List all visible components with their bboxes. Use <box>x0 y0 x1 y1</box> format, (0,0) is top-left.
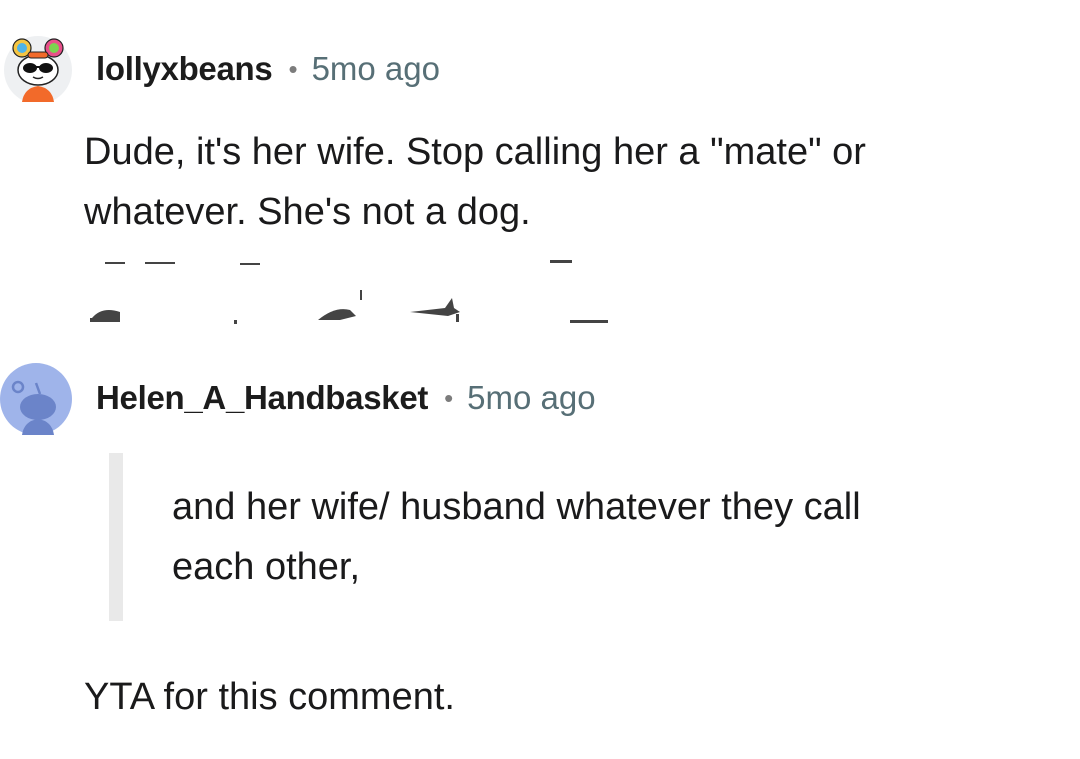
blockquote-bar <box>109 453 123 621</box>
timestamp: 5mo ago <box>467 379 596 416</box>
meta-separator: • <box>444 382 454 413</box>
redacted-artifact <box>90 260 608 324</box>
username-link[interactable]: Helen_A_Handbasket <box>96 379 428 417</box>
meta-separator: • <box>288 53 298 84</box>
comment-actions-row <box>80 250 640 335</box>
timestamp: 5mo ago <box>311 50 440 87</box>
comment-meta: Helen_A_Handbasket • 5mo ago <box>96 377 596 419</box>
default-snoo-avatar-icon <box>0 363 72 435</box>
comment-body-line: Dude, it's her wife. Stop calling her a … <box>84 131 866 173</box>
comment-lollyxbeans: lollyxbeans • 5mo ago Dude, it's her wif… <box>0 0 1080 250</box>
snoo-avatar-sunglasses-icon <box>4 36 72 104</box>
user-avatar[interactable] <box>0 363 72 435</box>
user-avatar[interactable] <box>2 30 74 104</box>
comment-meta: lollyxbeans • 5mo ago <box>96 48 440 90</box>
comment-body-line: whatever. She's not a dog. <box>84 191 531 233</box>
comment-body: Dude, it's her wife. Stop calling her a … <box>84 122 866 242</box>
comment-body: YTA for this comment. <box>84 676 455 718</box>
blockquote-text: and her wife/ husband whatever they call… <box>172 477 861 597</box>
username-link[interactable]: lollyxbeans <box>96 50 273 88</box>
comment-helen-a-handbasket: Helen_A_Handbasket • 5mo ago and her wif… <box>0 355 1080 759</box>
blockquote-line: and her wife/ husband whatever they call <box>172 486 861 528</box>
blockquote-line: each other, <box>172 546 361 588</box>
